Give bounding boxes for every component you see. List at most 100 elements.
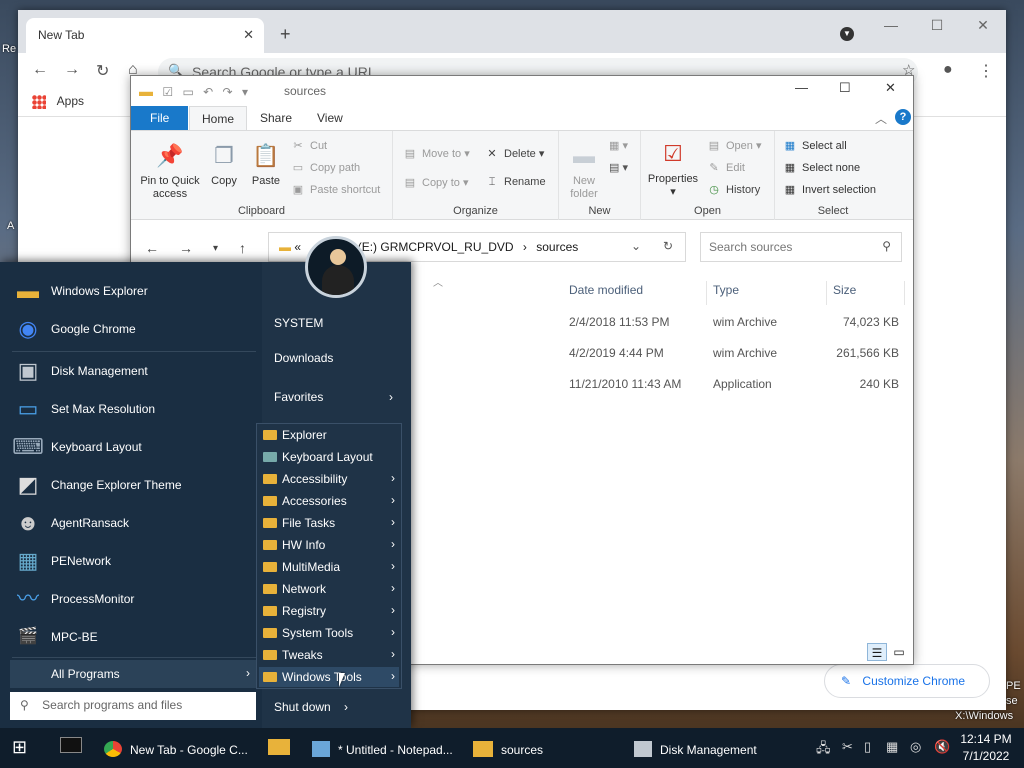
properties-qat-icon[interactable]: ☑ — [162, 85, 173, 99]
globe-tray-icon[interactable]: ◎ — [910, 739, 921, 755]
link-downloads[interactable]: Downloads — [274, 351, 333, 365]
edit-button[interactable]: ✎ Edit — [707, 161, 745, 174]
paste-button[interactable]: 📋 Paste — [247, 141, 285, 188]
easy-access-icon[interactable]: ▤ ▾ — [609, 161, 628, 174]
program-agentransack[interactable]: ☻ AgentRansack — [12, 506, 256, 540]
chrome-tab[interactable]: New Tab ✕ — [26, 18, 264, 53]
copy-button[interactable]: ❐ Copy — [207, 141, 241, 188]
minimize-icon[interactable]: — — [795, 80, 808, 95]
recent-dropdown-icon[interactable]: ▾ — [213, 243, 218, 254]
new-folder-qat-icon[interactable]: ▭ — [182, 85, 193, 99]
address-dropdown-icon[interactable]: ⌄ — [631, 239, 641, 253]
program-keyboard-layout[interactable]: ⌨ Keyboard Layout — [12, 430, 256, 464]
taskbar-chrome[interactable]: New Tab - Google C... — [104, 728, 248, 768]
maximize-icon[interactable]: ☐ — [914, 10, 960, 42]
submenu-item-accessories[interactable]: Accessories › — [259, 491, 399, 511]
new-item-icon[interactable]: ▦ ▾ — [609, 139, 628, 152]
back-icon[interactable]: ← — [145, 240, 159, 256]
shutdown-button[interactable]: Shut down › — [274, 700, 348, 714]
large-icons-view-icon[interactable]: ▭ — [889, 643, 909, 661]
tab-home[interactable]: Home — [189, 106, 248, 130]
program-google-chrome[interactable]: ◉ Google Chrome — [12, 312, 256, 346]
program-disk-management[interactable]: ▣ Disk Management — [12, 354, 256, 388]
usb-tray-icon[interactable]: ▯ — [864, 739, 871, 755]
taskbar-notepad[interactable]: * Untitled - Notepad... — [312, 728, 453, 768]
program-mpc-be[interactable]: 🎬 MPC-BE — [12, 620, 256, 654]
tab-file[interactable]: File — [131, 106, 189, 130]
taskbar-clock[interactable]: 12:14 PM 7/1/2022 — [956, 731, 1016, 765]
column-date-modified[interactable]: Date modified — [563, 281, 707, 305]
close-icon[interactable]: ✕ — [960, 10, 1006, 42]
details-view-icon[interactable]: ☰ — [867, 643, 887, 661]
submenu-item-file-tasks[interactable]: File Tasks › — [259, 513, 399, 533]
customize-chrome-button[interactable]: ✎ Customize Chrome — [824, 664, 990, 698]
taskbar-cmd[interactable] — [60, 728, 90, 768]
minimize-icon[interactable]: — — [868, 10, 914, 42]
column-size[interactable]: Size — [827, 281, 905, 305]
maximize-icon[interactable]: ☐ — [839, 80, 851, 96]
color-tray-icon[interactable]: ▦ — [886, 739, 898, 755]
paste-shortcut-button[interactable]: ▣ Paste shortcut — [291, 183, 381, 196]
history-button[interactable]: ◷ History — [707, 183, 760, 196]
submenu-item-network[interactable]: Network › — [259, 579, 399, 599]
profile-icon[interactable]: ● — [943, 61, 953, 79]
program-set-max-resolution[interactable]: ▭ Set Max Resolution — [12, 392, 256, 426]
back-icon[interactable]: ← — [32, 61, 48, 79]
help-icon[interactable]: ? — [895, 109, 911, 125]
pin-quick-access-button[interactable]: 📌 Pin to Quick access — [137, 141, 203, 201]
network-tray-icon[interactable]: 🖧 — [816, 739, 831, 761]
forward-icon[interactable]: → — [64, 61, 80, 79]
open-button[interactable]: ▤ Open ▾ — [707, 139, 762, 152]
windows-start-icon[interactable]: ⊞ — [12, 728, 27, 768]
reload-icon[interactable]: ↻ — [96, 61, 109, 81]
submenu-item-windows-tools[interactable]: Windows Tools › — [259, 667, 399, 687]
start-search-input[interactable]: ⚲ Search programs and files — [10, 692, 256, 720]
submenu-item-hw-info[interactable]: HW Info › — [259, 535, 399, 555]
qat-dropdown-icon[interactable]: ▾ — [242, 85, 248, 99]
select-none-button[interactable]: ▦ Select none — [783, 161, 860, 174]
submenu-item-explorer[interactable]: Explorer — [259, 425, 399, 445]
tab-view[interactable]: View — [305, 106, 355, 130]
select-all-button[interactable]: ▦ Select all — [783, 139, 847, 152]
tool-tray-icon[interactable]: ✂ — [842, 739, 853, 755]
move-to-button[interactable]: ▤ Move to ▾ — [403, 147, 470, 160]
tab-search-icon[interactable]: ▼ — [840, 27, 854, 41]
undo-icon[interactable]: ↶ — [203, 85, 213, 99]
redo-icon[interactable]: ↷ — [223, 85, 233, 99]
up-icon[interactable]: ↑ — [239, 240, 246, 256]
column-type[interactable]: Type — [707, 281, 827, 305]
volume-muted-icon[interactable]: 🔇 — [934, 739, 950, 755]
copy-path-button[interactable]: ▭ Copy path — [291, 161, 360, 174]
program-penetwork[interactable]: ▦ PENetwork — [12, 544, 256, 578]
submenu-item-system-tools[interactable]: System Tools › — [259, 623, 399, 643]
program-processmonitor[interactable]: 〰 ProcessMonitor — [12, 582, 256, 616]
taskbar-sources[interactable]: sources — [473, 728, 543, 768]
cut-button[interactable]: ✂ Cut — [291, 139, 327, 152]
tab-share[interactable]: Share — [248, 106, 304, 130]
delete-button[interactable]: ✕ Delete ▾ — [485, 147, 544, 160]
invert-selection-button[interactable]: ▦ Invert selection — [783, 183, 876, 196]
new-tab-button[interactable]: + — [280, 24, 291, 45]
submenu-item-accessibility[interactable]: Accessibility › — [259, 469, 399, 489]
submenu-item-keyboard-layout[interactable]: Keyboard Layout — [259, 447, 399, 467]
menu-kebab-icon[interactable]: ⋮ — [978, 61, 994, 81]
submenu-item-multimedia[interactable]: MultiMedia › — [259, 557, 399, 577]
user-avatar[interactable] — [305, 236, 367, 298]
collapse-ribbon-icon[interactable]: ︿ — [875, 110, 887, 127]
all-programs-button[interactable]: All Programs › — [10, 660, 256, 688]
new-folder-button[interactable]: ▬ New folder — [563, 141, 605, 201]
apps-bookmark[interactable]: Apps — [32, 94, 84, 109]
forward-icon[interactable]: → — [179, 240, 193, 256]
tab-close-icon[interactable]: ✕ — [243, 27, 254, 43]
link-favorites[interactable]: Favorites › — [274, 390, 393, 404]
program-change-explorer-theme[interactable]: ◩ Change Explorer Theme — [12, 468, 256, 502]
submenu-item-registry[interactable]: Registry › — [259, 601, 399, 621]
refresh-icon[interactable]: ↻ — [663, 239, 673, 253]
breadcrumb-drive[interactable]: (E:) GRMCPRVOL_RU_DVD — [358, 240, 514, 254]
search-input[interactable]: Search sources ⚲ — [700, 232, 902, 262]
breadcrumb-folder[interactable]: sources — [536, 240, 578, 254]
taskbar-explorer-pin[interactable] — [268, 728, 298, 768]
copy-to-button[interactable]: ▤ Copy to ▾ — [403, 176, 469, 189]
close-icon[interactable]: ✕ — [885, 80, 896, 96]
properties-button[interactable]: ☑ Properties ▾ — [645, 139, 701, 199]
